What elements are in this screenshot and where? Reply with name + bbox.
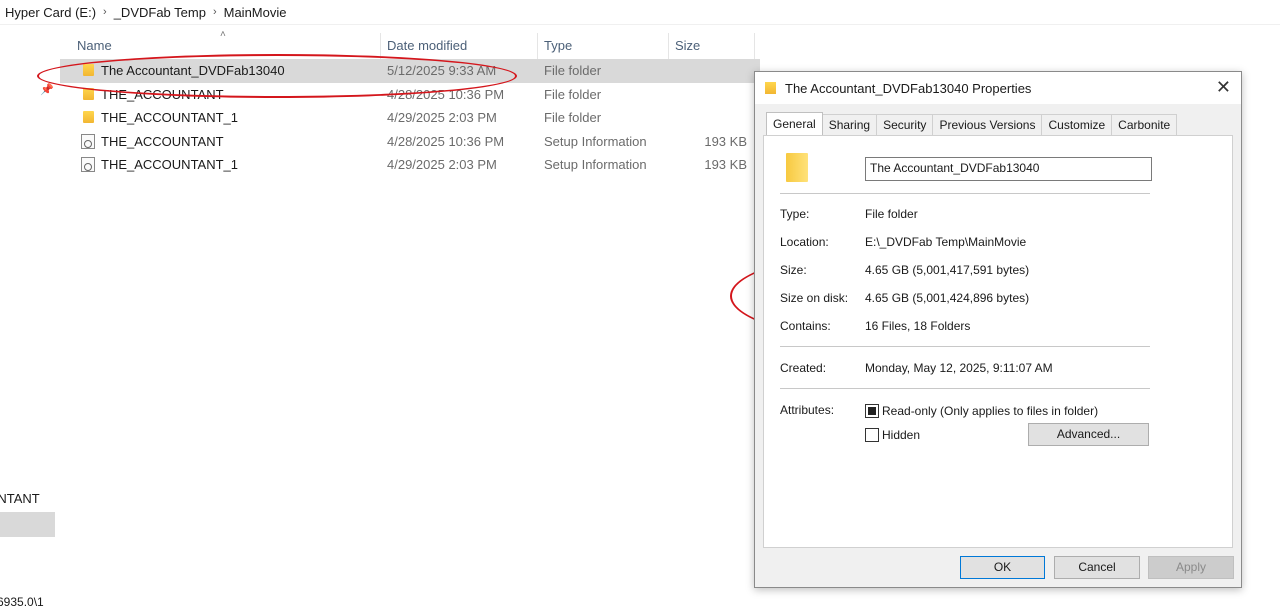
contains-value: 16 Files, 18 Folders — [865, 319, 971, 333]
ok-button[interactable]: OK — [960, 556, 1045, 579]
hidden-checkbox[interactable] — [865, 428, 879, 442]
tab-previous-versions[interactable]: Previous Versions — [932, 114, 1043, 135]
pin-icon[interactable]: 📌 — [40, 83, 54, 96]
column-divider[interactable] — [380, 33, 381, 59]
file-row[interactable]: THE_ACCOUNTANT 4/28/2025 10:36 PM Setup … — [60, 130, 760, 154]
column-header-type[interactable]: Type — [544, 38, 572, 53]
setup-info-file-icon — [81, 133, 95, 149]
column-header-row: ˄ Name Date modified Type Size — [60, 25, 760, 59]
tab-security[interactable]: Security — [876, 114, 934, 135]
advanced-button[interactable]: Advanced... — [1028, 423, 1149, 446]
nav-footer-text: 6935.0\1 — [0, 595, 44, 607]
folder-icon — [83, 87, 94, 100]
divider — [780, 193, 1150, 194]
readonly-checkbox[interactable] — [865, 404, 879, 418]
setup-info-file-icon — [81, 157, 95, 172]
tab-carbonite[interactable]: Carbonite — [1111, 114, 1178, 135]
size-on-disk-value: 4.65 GB (5,001,424,896 bytes) — [865, 291, 1030, 305]
column-header-size[interactable]: Size — [675, 38, 700, 53]
folder-icon — [83, 111, 94, 123]
attributes-label: Attributes: — [780, 403, 835, 417]
cancel-button[interactable]: Cancel — [1054, 556, 1140, 579]
file-type: Setup Information — [544, 157, 647, 172]
file-list: ˄ Name Date modified Type Size The Accou… — [60, 25, 760, 177]
size-on-disk-label: Size on disk: — [780, 291, 849, 305]
nav-item-selected[interactable] — [0, 512, 55, 537]
tab-customize[interactable]: Customize — [1041, 114, 1113, 135]
close-icon[interactable]: ✕ — [1216, 77, 1231, 98]
folder-icon — [83, 64, 94, 76]
file-type: File folder — [544, 110, 602, 125]
location-label: Location: — [780, 235, 829, 249]
file-name: THE_ACCOUNTANT_1 — [101, 110, 239, 125]
file-size: 193 KB — [704, 133, 747, 149]
file-name: THE_ACCOUNTANT — [101, 133, 224, 149]
file-date: 4/28/2025 10:36 PM — [387, 133, 505, 149]
file-row[interactable]: THE_ACCOUNTANT 4/28/2025 10:36 PM File f… — [60, 83, 760, 107]
column-header-name[interactable]: Name — [77, 38, 112, 53]
file-type: File folder — [544, 86, 602, 102]
file-date: 5/12/2025 9:33 AM — [387, 63, 497, 78]
folder-name-field[interactable]: The Accountant_DVDFab13040 — [865, 157, 1152, 181]
file-row[interactable]: The Accountant_DVDFab13040 5/12/2025 9:3… — [60, 59, 760, 83]
breadcrumb-item-mainmovie[interactable]: MainMovie — [224, 5, 287, 20]
file-size: 193 KB — [704, 157, 747, 172]
general-tab-panel: The Accountant_DVDFab13040 Type: File fo… — [763, 135, 1233, 548]
dialog-title: The Accountant_DVDFab13040 Properties — [785, 81, 1032, 96]
type-label: Type: — [780, 207, 810, 221]
size-label: Size: — [780, 263, 807, 277]
created-value: Monday, May 12, 2025, 9:11:07 AM — [865, 361, 1053, 375]
folder-icon — [786, 153, 808, 182]
size-value: 4.65 GB (5,001,417,591 bytes) — [865, 263, 1030, 277]
file-row[interactable]: THE_ACCOUNTANT_1 4/29/2025 2:03 PM File … — [60, 106, 760, 130]
file-name: THE_ACCOUNTANT_1 — [101, 157, 239, 172]
breadcrumb: Hyper Card (E:) › _DVDFab Temp › MainMov… — [0, 0, 1280, 25]
file-date: 4/29/2025 2:03 PM — [387, 157, 497, 172]
divider — [780, 346, 1150, 347]
divider — [780, 388, 1150, 389]
folder-icon — [765, 82, 776, 94]
file-date: 4/29/2025 2:03 PM — [387, 110, 497, 125]
file-name: THE_ACCOUNTANT — [101, 86, 224, 102]
dialog-title-bar[interactable]: The Accountant_DVDFab13040 Properties ✕ — [755, 72, 1241, 104]
file-name: The Accountant_DVDFab13040 — [101, 63, 285, 78]
column-divider[interactable] — [668, 33, 669, 59]
tab-general[interactable]: General — [766, 112, 823, 135]
file-type: File folder — [544, 63, 602, 78]
breadcrumb-item-dvdfab-temp[interactable]: _DVDFab Temp — [114, 5, 206, 20]
chevron-right-icon: › — [103, 6, 107, 18]
hidden-label[interactable]: Hidden — [882, 428, 920, 442]
readonly-label[interactable]: Read-only (Only applies to files in fold… — [882, 404, 1098, 418]
file-type: Setup Information — [544, 133, 647, 149]
nav-item-partial[interactable]: UNTANT — [0, 491, 40, 506]
navigation-pane: UNTANT 6935.0\1 — [0, 25, 58, 607]
type-value: File folder — [865, 207, 918, 221]
tab-sharing[interactable]: Sharing — [821, 114, 878, 135]
column-divider[interactable] — [537, 33, 538, 59]
breadcrumb-item-drive[interactable]: Hyper Card (E:) — [5, 5, 96, 20]
sort-ascending-icon: ˄ — [220, 29, 226, 40]
column-header-date[interactable]: Date modified — [387, 38, 467, 53]
properties-dialog: The Accountant_DVDFab13040 Properties ✕ … — [754, 71, 1242, 588]
file-date: 4/28/2025 10:36 PM — [387, 86, 505, 102]
location-value: E:\_DVDFab Temp\MainMovie — [865, 235, 1027, 249]
dialog-tabs: General Sharing Security Previous Versio… — [766, 112, 1178, 135]
contains-label: Contains: — [780, 319, 831, 333]
column-divider[interactable] — [754, 33, 755, 59]
chevron-right-icon: › — [212, 6, 217, 18]
apply-button[interactable]: Apply — [1148, 556, 1234, 579]
file-row[interactable]: THE_ACCOUNTANT_1 4/29/2025 2:03 PM Setup… — [60, 153, 760, 177]
created-label: Created: — [780, 361, 827, 375]
